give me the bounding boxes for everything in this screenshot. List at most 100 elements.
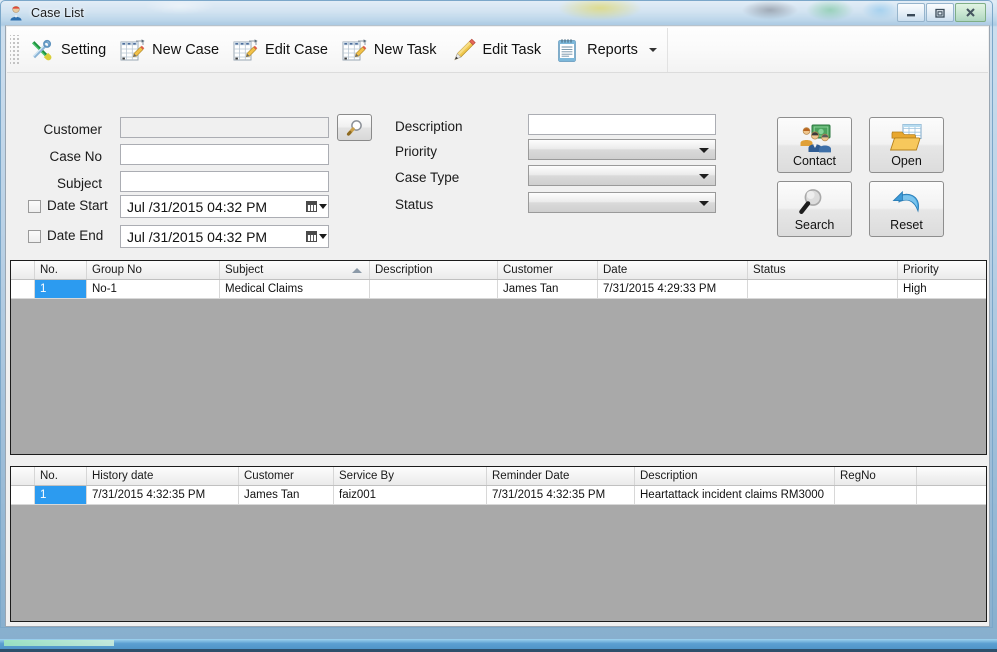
history-grid-cell[interactable]: faiz001 <box>334 486 487 504</box>
open-folder-icon <box>889 123 924 153</box>
case-grid-cell[interactable]: 7/31/2015 4:29:33 PM <box>598 280 748 298</box>
history-grid-cell[interactable] <box>835 486 917 504</box>
date-start-value: Jul /31/2015 04:32 PM <box>127 198 268 215</box>
case-no-input[interactable] <box>120 144 329 165</box>
case-grid-column-header[interactable]: No. <box>35 261 87 279</box>
taskbar-strip[interactable] <box>0 639 997 652</box>
case-type-select[interactable] <box>528 165 716 186</box>
history-grid-cell[interactable]: James Tan <box>239 486 334 504</box>
case-grid-column-label: Date <box>603 264 628 276</box>
priority-select[interactable] <box>528 139 716 160</box>
case-grid-column-label: Customer <box>503 264 553 276</box>
date-end-picker[interactable]: Jul /31/2015 04:32 PM <box>120 225 329 248</box>
case-grid-column-header[interactable]: Date <box>598 261 748 279</box>
case-grid-column-header[interactable]: Subject <box>220 261 370 279</box>
maximize-button[interactable] <box>926 3 954 22</box>
case-grid-column-header[interactable]: Priority <box>898 261 986 279</box>
history-grid-rows[interactable]: 1 7/31/2015 4:32:35 PM James Tan faiz001 7/3… <box>11 486 986 505</box>
case-grid-header-row: No. Group No Subject Description Customer Dat… <box>11 261 986 280</box>
history-grid-column-label: RegNo <box>840 470 876 482</box>
case-grid-cell[interactable]: Medical Claims <box>220 280 370 298</box>
history-grid-column-header[interactable]: Service By <box>334 467 487 485</box>
customer-lookup-button[interactable] <box>337 114 372 141</box>
case-grid-cell[interactable] <box>748 280 898 298</box>
client-area: Setting New Case Edit Case New Task Edit… <box>5 25 990 627</box>
contact-button-label: Contact <box>792 154 837 168</box>
history-grid-row-selector[interactable] <box>11 486 35 504</box>
case-grid-row[interactable]: 1 No-1 Medical Claims James Tan 7/31/2015 4:… <box>11 280 986 299</box>
reset-button[interactable]: Reset <box>869 181 944 237</box>
toolbar-button-reports[interactable]: Reports <box>547 30 663 70</box>
case-grid-cell[interactable]: James Tan <box>498 280 598 298</box>
close-button[interactable] <box>955 3 986 22</box>
toolbar-button-new-task[interactable]: New Task <box>334 30 443 70</box>
history-grid-cell[interactable]: 7/31/2015 4:32:35 PM <box>487 486 635 504</box>
case-list-grid[interactable]: No. Group No Subject Description Customer Dat… <box>10 260 987 455</box>
toolbar-button-edit-case[interactable]: Edit Case <box>225 30 334 70</box>
toolbar-label-edit-task: Edit Task <box>482 41 542 58</box>
case-type-label: Case Type <box>395 170 460 185</box>
toolbar-label-reports: Reports <box>587 41 638 58</box>
case-grid-column-header[interactable]: Group No <box>87 261 220 279</box>
history-grid-column-header[interactable]: Reminder Date <box>487 467 635 485</box>
toolbar-label-setting: Setting <box>61 41 107 58</box>
magnifier-icon <box>798 187 832 217</box>
history-grid[interactable]: No. History date Customer Service By Reminde… <box>10 466 987 622</box>
case-grid-rows[interactable]: 1 No-1 Medical Claims James Tan 7/31/2015 4:… <box>11 280 986 299</box>
date-end-dropdown-button[interactable] <box>304 226 328 247</box>
grid-pencil-icon <box>340 36 368 64</box>
case-grid-row-selector[interactable] <box>11 280 35 298</box>
case-grid-column-header[interactable]: Status <box>748 261 898 279</box>
chevron-down-icon <box>318 204 327 209</box>
history-grid-cell[interactable]: 1 <box>35 486 87 504</box>
case-grid-cell[interactable]: No-1 <box>87 280 220 298</box>
contact-button[interactable]: Contact <box>777 117 852 173</box>
history-grid-column-header[interactable]: Description <box>635 467 835 485</box>
date-start-picker[interactable]: Jul /31/2015 04:32 PM <box>120 195 329 218</box>
date-end-checkbox[interactable] <box>28 230 41 243</box>
status-select[interactable] <box>528 192 716 213</box>
date-start-dropdown-button[interactable] <box>304 196 328 217</box>
history-grid-row[interactable]: 1 7/31/2015 4:32:35 PM James Tan faiz001 7/3… <box>11 486 986 505</box>
case-grid-column-header[interactable]: Description <box>370 261 498 279</box>
toolbar-label-edit-case: Edit Case <box>265 41 328 58</box>
history-grid-column-label: No. <box>40 470 58 482</box>
open-button-label: Open <box>891 154 922 168</box>
history-grid-column-header[interactable]: No. <box>35 467 87 485</box>
toolbar-label-new-task: New Task <box>373 41 437 58</box>
reset-button-label: Reset <box>890 218 923 232</box>
title-bar[interactable]: Case List <box>1 1 992 25</box>
history-grid-cell[interactable]: 7/31/2015 4:32:35 PM <box>87 486 239 504</box>
customer-input[interactable] <box>120 117 329 138</box>
toolbar-grip[interactable] <box>10 34 19 65</box>
date-start-checkbox[interactable] <box>28 200 41 213</box>
history-grid-column-label: Description <box>640 470 698 482</box>
history-grid-column-header[interactable]: Customer <box>239 467 334 485</box>
open-button[interactable]: Open <box>869 117 944 173</box>
tools-icon <box>27 36 55 64</box>
grid-pencil-icon <box>118 36 146 64</box>
chevron-down-icon[interactable] <box>648 47 657 52</box>
history-grid-column-header[interactable]: History date <box>87 467 239 485</box>
chevron-down-icon <box>318 234 327 239</box>
search-button[interactable]: Search <box>777 181 852 237</box>
case-grid-cell[interactable] <box>370 280 498 298</box>
case-grid-empty-area <box>11 299 986 454</box>
history-grid-cell[interactable]: Heartattack incident claims RM3000 <box>635 486 835 504</box>
case-grid-cell[interactable]: 1 <box>35 280 87 298</box>
magnifier-icon <box>346 119 362 136</box>
sort-ascending-icon <box>352 268 362 273</box>
case-grid-column-header[interactable]: Customer <box>498 261 598 279</box>
toolbar-empty-area <box>666 27 988 72</box>
case-grid-cell[interactable]: High <box>898 280 986 298</box>
application-window: Case List Setting New Case Edit Case New… <box>0 0 993 628</box>
minimize-button[interactable] <box>897 3 925 22</box>
description-input[interactable] <box>528 114 716 135</box>
toolbar-button-setting[interactable]: Setting <box>21 30 112 70</box>
toolbar-button-edit-task[interactable]: Edit Task <box>443 30 548 70</box>
subject-input[interactable] <box>120 171 329 192</box>
history-grid-column-header[interactable]: RegNo <box>835 467 917 485</box>
undo-arrow-icon <box>890 187 924 217</box>
toolbar-button-new-case[interactable]: New Case <box>112 30 225 70</box>
grid-pencil-icon <box>231 36 259 64</box>
